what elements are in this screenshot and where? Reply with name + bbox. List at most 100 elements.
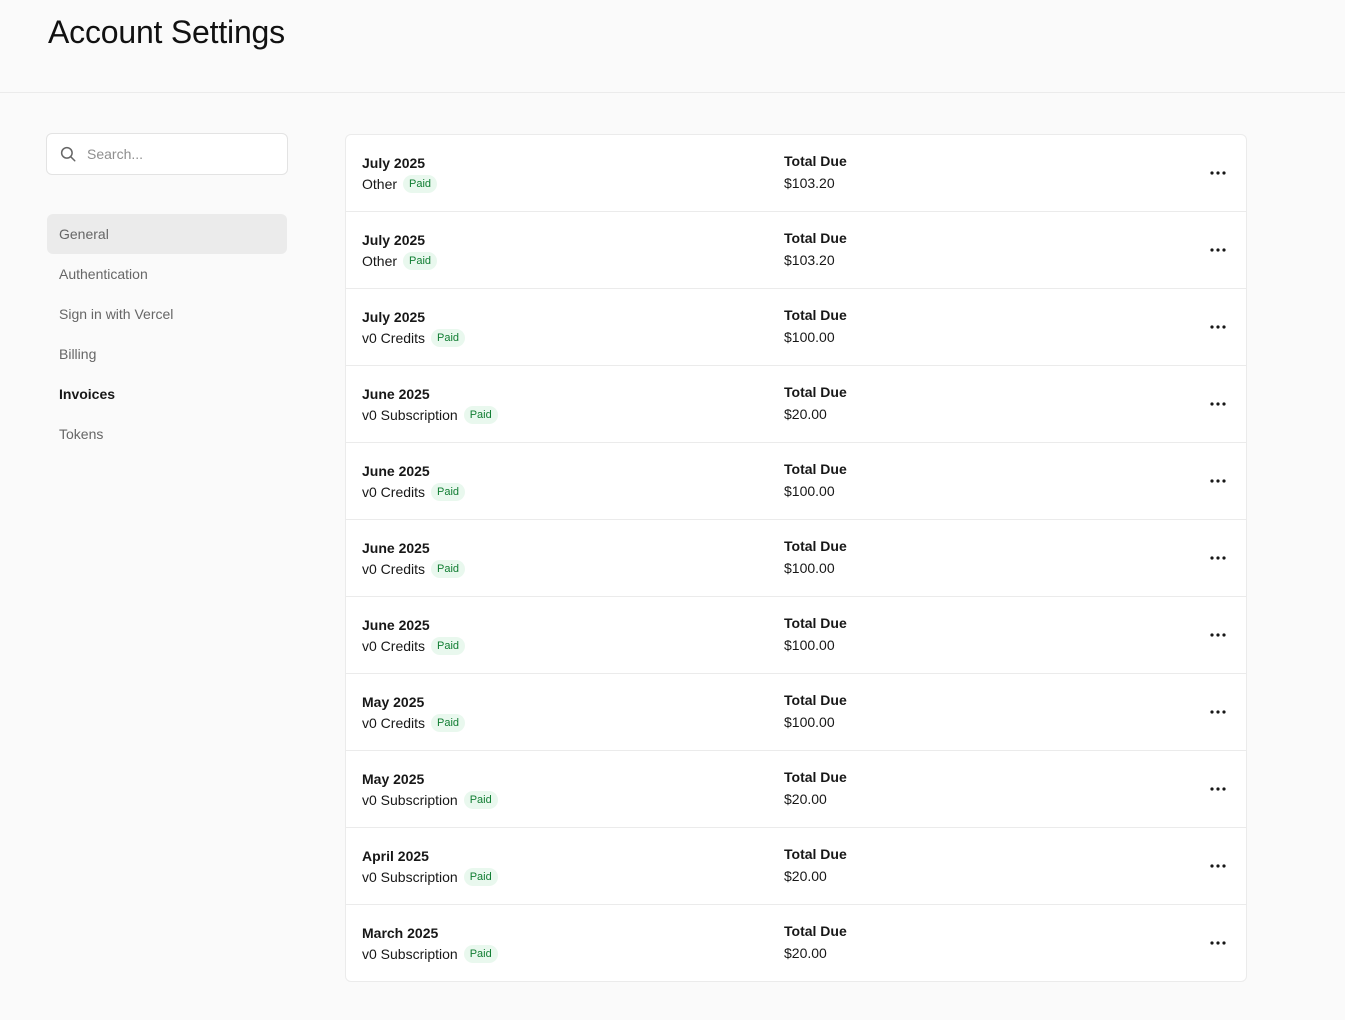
invoice-type: v0 Credits bbox=[362, 561, 426, 577]
search-box[interactable] bbox=[46, 133, 288, 175]
invoice-date: June 2025 bbox=[362, 617, 430, 633]
invoice-more-button[interactable] bbox=[1202, 390, 1234, 418]
invoice-date: May 2025 bbox=[362, 771, 425, 787]
invoice-type-line: v0 Credits Paid bbox=[362, 329, 466, 347]
invoice-type: v0 Subscription bbox=[362, 792, 458, 808]
more-horizontal-icon bbox=[1210, 633, 1226, 637]
invoice-more-button[interactable] bbox=[1202, 775, 1234, 803]
invoice-row: May 2025 v0 Credits Paid Total Due $100.… bbox=[346, 674, 1246, 751]
search-input[interactable] bbox=[87, 134, 277, 174]
invoice-date: July 2025 bbox=[362, 309, 426, 325]
more-horizontal-icon bbox=[1210, 402, 1226, 406]
page-header: Account Settings bbox=[0, 0, 1345, 93]
status-badge: Paid bbox=[463, 406, 498, 424]
more-horizontal-icon bbox=[1210, 479, 1226, 483]
invoice-type: v0 Subscription bbox=[362, 869, 458, 885]
sidebar-item-tokens[interactable]: Tokens bbox=[47, 414, 287, 454]
sidebar-item-general[interactable]: General bbox=[47, 214, 287, 254]
invoice-amount: $100.00 bbox=[784, 714, 835, 730]
invoice-amount: $100.00 bbox=[784, 637, 835, 653]
invoice-date: June 2025 bbox=[362, 386, 430, 402]
invoice-type: v0 Credits bbox=[362, 484, 426, 500]
invoice-date: June 2025 bbox=[362, 540, 430, 556]
invoice-date: July 2025 bbox=[362, 232, 426, 248]
invoice-more-button[interactable] bbox=[1202, 467, 1234, 495]
invoice-amount: $103.20 bbox=[784, 252, 835, 268]
invoice-type-line: Other Paid bbox=[362, 175, 438, 193]
more-horizontal-icon bbox=[1210, 710, 1226, 714]
page-title: Account Settings bbox=[48, 14, 285, 50]
invoice-type-line: Other Paid bbox=[362, 252, 438, 270]
invoice-type-line: v0 Credits Paid bbox=[362, 637, 466, 655]
invoice-more-button[interactable] bbox=[1202, 621, 1234, 649]
invoice-row: June 2025 v0 Credits Paid Total Due $100… bbox=[346, 443, 1246, 520]
invoice-row: April 2025 v0 Subscription Paid Total Du… bbox=[346, 828, 1246, 905]
sidebar-item-invoices[interactable]: Invoices bbox=[47, 374, 287, 414]
invoice-type: v0 Credits bbox=[362, 330, 426, 346]
invoice-row: July 2025 Other Paid Total Due $103.20 bbox=[346, 135, 1246, 212]
invoice-more-button[interactable] bbox=[1202, 159, 1234, 187]
total-due-label: Total Due bbox=[784, 230, 847, 246]
invoice-row: June 2025 v0 Credits Paid Total Due $100… bbox=[346, 520, 1246, 597]
invoice-row: July 2025 v0 Credits Paid Total Due $100… bbox=[346, 289, 1246, 366]
invoice-more-button[interactable] bbox=[1202, 929, 1234, 957]
invoice-row: July 2025 Other Paid Total Due $103.20 bbox=[346, 212, 1246, 289]
status-badge: Paid bbox=[463, 945, 498, 963]
total-due-label: Total Due bbox=[784, 461, 847, 477]
status-badge: Paid bbox=[431, 483, 466, 501]
status-badge: Paid bbox=[431, 714, 466, 732]
invoice-row: June 2025 v0 Credits Paid Total Due $100… bbox=[346, 597, 1246, 674]
total-due-label: Total Due bbox=[784, 615, 847, 631]
total-due-label: Total Due bbox=[784, 769, 847, 785]
invoice-more-button[interactable] bbox=[1202, 698, 1234, 726]
invoice-amount: $100.00 bbox=[784, 560, 835, 576]
invoice-list: July 2025 Other Paid Total Due $103.20 J… bbox=[345, 134, 1247, 982]
invoice-amount: $100.00 bbox=[784, 329, 835, 345]
invoice-date: March 2025 bbox=[362, 925, 439, 941]
invoice-row: May 2025 v0 Subscription Paid Total Due … bbox=[346, 751, 1246, 828]
more-horizontal-icon bbox=[1210, 556, 1226, 560]
invoice-more-button[interactable] bbox=[1202, 544, 1234, 572]
invoice-type: v0 Subscription bbox=[362, 407, 458, 423]
invoice-type: v0 Subscription bbox=[362, 946, 458, 962]
more-horizontal-icon bbox=[1210, 248, 1226, 252]
invoice-more-button[interactable] bbox=[1202, 236, 1234, 264]
more-horizontal-icon bbox=[1210, 787, 1226, 791]
sidebar-item-billing[interactable]: Billing bbox=[47, 334, 287, 374]
invoice-type-line: v0 Credits Paid bbox=[362, 714, 466, 732]
sidebar-item-authentication[interactable]: Authentication bbox=[47, 254, 287, 294]
invoice-row: March 2025 v0 Subscription Paid Total Du… bbox=[346, 905, 1246, 981]
invoice-type-line: v0 Credits Paid bbox=[362, 483, 466, 501]
status-badge: Paid bbox=[431, 329, 466, 347]
invoice-type-line: v0 Subscription Paid bbox=[362, 945, 498, 963]
total-due-label: Total Due bbox=[784, 846, 847, 862]
more-horizontal-icon bbox=[1210, 941, 1226, 945]
status-badge: Paid bbox=[403, 252, 438, 270]
more-horizontal-icon bbox=[1210, 864, 1226, 868]
settings-sidebar-nav: General Authentication Sign in with Verc… bbox=[47, 214, 287, 454]
search-icon bbox=[60, 146, 76, 162]
invoice-type-line: v0 Subscription Paid bbox=[362, 791, 498, 809]
invoice-amount: $103.20 bbox=[784, 175, 835, 191]
invoice-date: July 2025 bbox=[362, 155, 426, 171]
invoice-date: June 2025 bbox=[362, 463, 430, 479]
invoice-more-button[interactable] bbox=[1202, 852, 1234, 880]
status-badge: Paid bbox=[403, 175, 438, 193]
invoice-amount: $20.00 bbox=[784, 791, 827, 807]
total-due-label: Total Due bbox=[784, 307, 847, 323]
invoice-date: April 2025 bbox=[362, 848, 429, 864]
total-due-label: Total Due bbox=[784, 384, 847, 400]
invoice-date: May 2025 bbox=[362, 694, 425, 710]
sidebar-item-sign-in-with-vercel[interactable]: Sign in with Vercel bbox=[47, 294, 287, 334]
invoice-amount: $20.00 bbox=[784, 406, 827, 422]
invoice-type: v0 Credits bbox=[362, 715, 426, 731]
invoice-type-line: v0 Subscription Paid bbox=[362, 406, 498, 424]
status-badge: Paid bbox=[463, 868, 498, 886]
invoice-amount: $20.00 bbox=[784, 868, 827, 884]
total-due-label: Total Due bbox=[784, 538, 847, 554]
invoice-type: v0 Credits bbox=[362, 638, 426, 654]
invoice-type: Other bbox=[362, 176, 398, 192]
more-horizontal-icon bbox=[1210, 171, 1226, 175]
invoice-type-line: v0 Credits Paid bbox=[362, 560, 466, 578]
invoice-more-button[interactable] bbox=[1202, 313, 1234, 341]
